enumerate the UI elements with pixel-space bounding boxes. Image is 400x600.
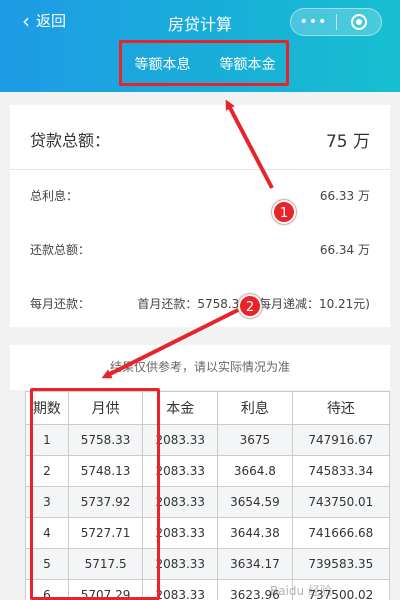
highlight-box-tabs — [119, 40, 289, 86]
header-interest: 利息 — [217, 391, 293, 425]
more-icon[interactable]: ••• — [291, 14, 336, 30]
total-loan-value: 75 万 — [325, 132, 370, 152]
monthly-repay-row: 每月还款： 首月还款：5758.33（每月递减：10.21元) — [10, 295, 390, 312]
nav-bar: ‹ 返回 房贷计算 ••• — [0, 0, 400, 42]
highlight-box-columns — [30, 388, 160, 600]
total-interest-value: 66.33 万 — [319, 189, 370, 203]
total-repay-value: 66.34 万 — [319, 243, 370, 257]
annotation-badge-1: 1 — [272, 200, 296, 224]
summary-card: 贷款总额： 75 万 总利息： 66.33 万 还款总额： 66.34 万 每月… — [10, 105, 390, 327]
total-loan-label: 贷款总额： — [30, 131, 111, 150]
cell: 739583.35 — [291, 548, 391, 580]
total-interest-label: 总利息： — [30, 189, 79, 203]
header-remaining: 待还 — [291, 391, 391, 425]
cell: 3644.38 — [217, 517, 293, 549]
cell: 3634.17 — [217, 548, 293, 580]
cell: 745833.34 — [291, 455, 391, 487]
divider — [10, 169, 390, 170]
close-target-icon[interactable] — [337, 14, 381, 30]
monthly-repay-label: 每月还款： — [30, 297, 91, 311]
total-interest-row: 总利息： 66.33 万 — [10, 187, 390, 204]
cell: 743750.01 — [291, 486, 391, 518]
cell: 747916.67 — [291, 424, 391, 456]
cell: 741666.68 — [291, 517, 391, 549]
cell: 3675 — [217, 424, 293, 456]
disclaimer-text: 结果仅供参考，请以实际情况为准 — [10, 345, 390, 390]
cell: 3654.59 — [217, 486, 293, 518]
watermark: Baidu 经验 — [270, 584, 332, 598]
mini-program-capsule: ••• — [290, 8, 382, 36]
cell: 3664.8 — [217, 455, 293, 487]
annotation-badge-2: 2 — [238, 294, 262, 318]
total-repay-label: 还款总额： — [30, 243, 91, 257]
total-repay-row: 还款总额： 66.34 万 — [10, 241, 390, 258]
total-loan-row: 贷款总额： 75 万 — [10, 127, 390, 152]
